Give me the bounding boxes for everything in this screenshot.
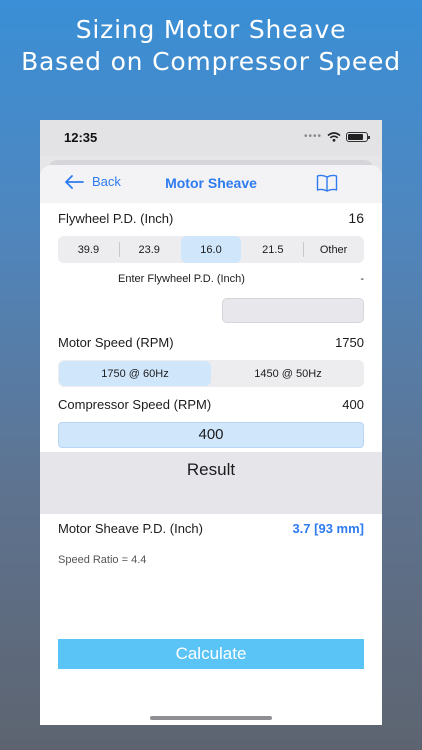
navigation-bar: Back Motor Sheave [40, 165, 382, 203]
signal-icon: •••• [303, 131, 322, 142]
flywheel-label: Flywheel P.D. (Inch) [58, 210, 174, 226]
flywheel-option-other[interactable]: Other [303, 236, 364, 263]
motor-sheave-sheet: Back Motor Sheave Flywheel P.D. (Inch) 1… [40, 165, 382, 725]
compressor-speed-value: 400 [342, 397, 364, 412]
phone-screen: 12:35 •••• Back Motor Sheave Flywheel P.… [40, 120, 382, 725]
promo-headline: Sizing Motor Sheave Based on Compressor … [0, 14, 422, 78]
headline-line-1: Sizing Motor Sheave [75, 15, 347, 44]
motor-speed-segmented-control: 1750 @ 60Hz 1450 @ 50Hz [58, 360, 364, 387]
compressor-speed-row: Compressor Speed (RPM) 400 [58, 397, 364, 412]
flywheel-option-39-9[interactable]: 39.9 [58, 236, 119, 263]
enter-flywheel-value: - [360, 273, 364, 285]
motor-speed-row: Motor Speed (RPM) 1750 [58, 335, 364, 350]
motor-option-60hz[interactable]: 1750 @ 60Hz [59, 361, 211, 386]
result-panel: Result [40, 452, 382, 514]
motor-speed-label: Motor Speed (RPM) [58, 335, 174, 350]
wifi-icon [327, 131, 341, 142]
book-icon[interactable] [316, 174, 338, 192]
motor-sheave-label: Motor Sheave P.D. (Inch) [58, 521, 203, 536]
flywheel-segmented-control: 39.9 23.9 16.0 21.5 Other [58, 236, 364, 263]
calculate-button[interactable]: Calculate [58, 639, 364, 669]
flywheel-option-21-5[interactable]: 21.5 [242, 236, 303, 263]
battery-icon [346, 131, 370, 142]
compressor-speed-label: Compressor Speed (RPM) [58, 397, 212, 412]
home-indicator [150, 716, 272, 720]
speed-ratio: Speed Ratio = 4.4 [58, 554, 147, 566]
flywheel-option-23-9[interactable]: 23.9 [118, 236, 180, 263]
flywheel-input[interactable] [222, 298, 364, 323]
result-title: Result [186, 460, 236, 479]
status-bar: 12:35 •••• [40, 120, 382, 156]
motor-sheave-row: Motor Sheave P.D. (Inch) 3.7 [93 mm] [58, 521, 364, 536]
compressor-speed-input[interactable]: 400 [58, 422, 364, 448]
flywheel-value: 16 [348, 210, 364, 226]
status-icons: •••• [303, 131, 370, 142]
headline-line-2: Based on Compressor Speed [21, 47, 401, 76]
motor-option-50hz[interactable]: 1450 @ 50Hz [212, 360, 364, 387]
status-time: 12:35 [64, 130, 98, 145]
motor-speed-value: 1750 [335, 335, 364, 350]
flywheel-row: Flywheel P.D. (Inch) 16 [58, 210, 364, 226]
motor-sheave-value: 3.7 [93 mm] [292, 521, 364, 536]
enter-flywheel-label: Enter Flywheel P.D. (Inch) [118, 273, 245, 285]
flywheel-option-16-0[interactable]: 16.0 [180, 236, 242, 263]
